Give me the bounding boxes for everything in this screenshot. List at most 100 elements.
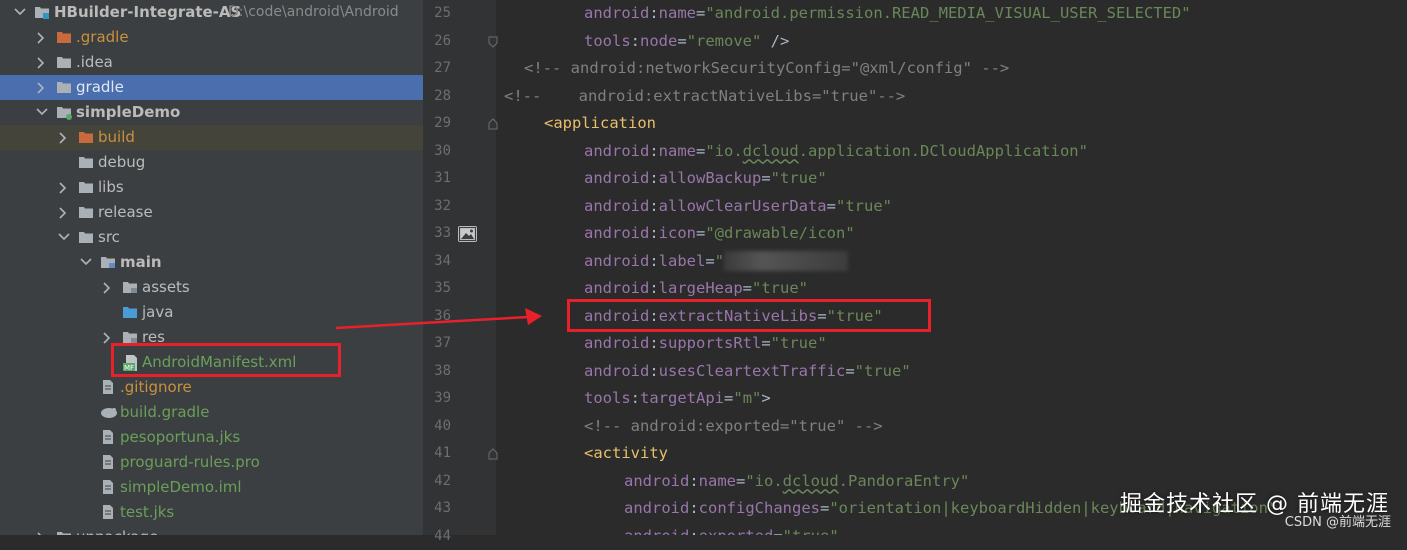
chevron-right-icon[interactable]	[56, 175, 70, 200]
code-token: android	[584, 169, 650, 187]
code-token: "android.permission.READ_MEDIA_VISUAL_US…	[705, 4, 1191, 22]
code-token: <activity	[584, 444, 668, 462]
chevron-right-icon[interactable]	[56, 125, 70, 150]
folder-icon	[56, 29, 72, 45]
code-line[interactable]: android:supportsRtl="true"	[584, 330, 827, 357]
code-token: "true"	[783, 527, 839, 536]
project-path: D:\code\android\Android	[228, 4, 399, 20]
code-token: android	[624, 471, 690, 490]
tree-row[interactable]: simpleDemo.iml	[0, 475, 423, 500]
code-token: =	[696, 224, 706, 242]
folder-icon	[56, 79, 72, 95]
tree-item-label: test.jks	[120, 503, 175, 521]
tree-row[interactable]: .gitignore	[0, 375, 423, 400]
chevron-down-icon[interactable]	[12, 0, 26, 25]
code-line[interactable]: <!-- android:exported="true" -->	[584, 413, 883, 440]
fold-marker-icon[interactable]	[488, 448, 498, 460]
tree-row[interactable]: .idea	[0, 50, 423, 75]
folder-icon	[78, 179, 94, 195]
code-token: =	[826, 196, 836, 215]
tree-item-label: main	[120, 253, 162, 271]
tree-item-label: libs	[98, 178, 124, 196]
code-line[interactable]: <!-- android:networkSecurityConfig="@xml…	[524, 55, 1009, 82]
code-line[interactable]: tools:node="remove" />	[584, 28, 789, 55]
tree-row[interactable]: libs	[0, 175, 423, 200]
code-token: <!-- android:extractNativeLibs="true"-->	[504, 86, 906, 105]
code-line[interactable]: android:label="	[584, 248, 849, 275]
code-line[interactable]: android:name="io.dcloud.PandoraEntry"	[624, 468, 969, 495]
code-token: :	[649, 334, 659, 352]
line-number: 25	[434, 5, 451, 21]
code-token: .application.DCloudApplication"	[798, 141, 1088, 160]
line-number: 41	[434, 445, 451, 461]
code-token: =	[742, 279, 753, 297]
fold-marker-icon[interactable]	[488, 118, 498, 130]
tree-item-label: build	[98, 128, 135, 146]
tree-row[interactable]: proguard-rules.pro	[0, 450, 423, 475]
chevron-right-icon[interactable]	[34, 525, 48, 535]
chevron-right-icon[interactable]	[34, 50, 48, 75]
line-number: 33	[434, 225, 451, 241]
chevron-down-icon[interactable]	[56, 225, 70, 250]
tree-item-label: unpackage	[76, 525, 158, 535]
code-line[interactable]: <!-- android:extractNativeLibs="true"-->	[504, 83, 905, 110]
code-token: >	[761, 389, 771, 407]
code-token: :	[649, 4, 659, 22]
chevron-right-icon[interactable]	[34, 75, 48, 100]
code-token: :	[689, 499, 699, 517]
tree-row[interactable]: pesoportuna.jks	[0, 425, 423, 450]
tree-item-label: debug	[98, 153, 146, 171]
tree-row[interactable]: test.jks	[0, 500, 423, 525]
image-gutter-icon[interactable]	[458, 226, 477, 242]
tree-row[interactable]: .gradle	[0, 25, 423, 50]
code-editor[interactable]: android:name="android.permission.READ_ME…	[496, 0, 1407, 535]
chevron-down-icon[interactable]	[78, 250, 92, 275]
chevron-down-icon[interactable]	[34, 100, 48, 125]
code-token: "true"	[854, 361, 911, 380]
code-token: name	[658, 141, 696, 160]
line-number: 29	[434, 115, 451, 131]
tree-row[interactable]: src	[0, 225, 423, 250]
tree-row[interactable]: gradle	[0, 75, 423, 100]
code-token: :	[649, 361, 659, 380]
code-line[interactable]: android:largeHeap="true"	[584, 275, 808, 302]
chevron-right-icon[interactable]	[56, 200, 70, 225]
code-line[interactable]: android:exported="true"	[624, 523, 839, 536]
tree-row[interactable]: unpackage	[0, 525, 423, 535]
code-line[interactable]: tools:targetApi="m">	[584, 385, 771, 412]
tree-row[interactable]: assets	[0, 275, 423, 300]
code-token: =	[696, 141, 706, 160]
code-line[interactable]: android:allowBackup="true"	[584, 165, 827, 192]
line-number: 32	[434, 197, 451, 214]
code-line[interactable]: android:name="android.permission.READ_ME…	[584, 0, 1191, 27]
code-token: =	[677, 31, 687, 50]
project-tree: HBuilder-Integrate-AS D:\code\android\And…	[0, 0, 423, 535]
tree-row[interactable]: build.gradle	[0, 400, 423, 425]
tree-item-label: .gitignore	[120, 378, 192, 396]
chevron-right-icon[interactable]	[100, 275, 114, 300]
code-token: largeHeap	[658, 279, 743, 297]
code-line[interactable]: android:allowClearUserData="true"	[584, 193, 892, 220]
code-token: "true"	[770, 334, 827, 352]
fold-marker-icon[interactable]	[488, 36, 498, 48]
tree-row[interactable]: HBuilder-Integrate-AS D:\code\android\And…	[0, 0, 423, 25]
code-line[interactable]: <application	[544, 110, 656, 137]
code-token: :	[689, 527, 698, 536]
chevron-right-icon[interactable]	[34, 25, 48, 50]
line-number: 26	[434, 32, 451, 49]
code-token: :	[689, 471, 699, 490]
tree-item-label: simpleDemo	[76, 103, 181, 121]
code-line[interactable]: android:icon="@drawable/icon"	[584, 220, 855, 247]
code-token: android	[584, 361, 650, 380]
code-token: supportsRtl	[658, 334, 762, 352]
tree-row[interactable]: build	[0, 125, 423, 150]
file-icon	[100, 479, 116, 495]
tree-row[interactable]: release	[0, 200, 423, 225]
tree-row[interactable]: main	[0, 250, 423, 275]
code-line[interactable]: <activity	[584, 440, 668, 467]
code-line[interactable]: android:usesCleartextTraffic="true"	[584, 358, 911, 385]
code-token: :	[649, 251, 659, 270]
tree-row[interactable]: simpleDemo	[0, 100, 423, 125]
tree-row[interactable]: debug	[0, 150, 423, 175]
code-line[interactable]: android:name="io.dcloud.application.DClo…	[584, 138, 1088, 165]
